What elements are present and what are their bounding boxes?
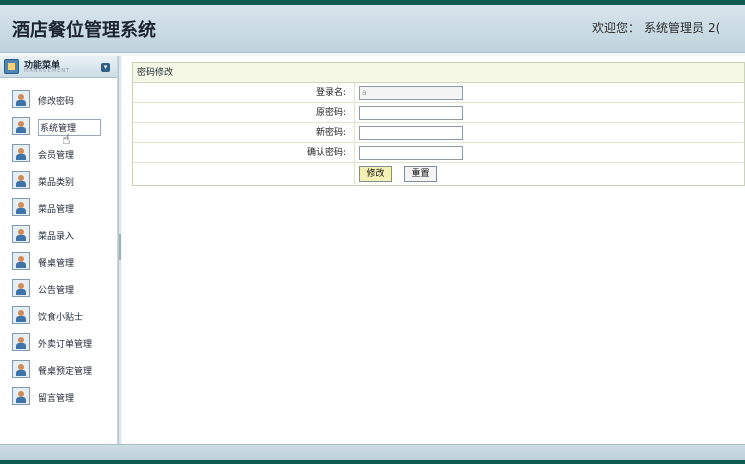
user-icon — [12, 387, 30, 405]
submit-button[interactable]: 修改 — [359, 166, 392, 182]
menu-header[interactable]: 功能菜单 MANAGEMENT ▾ — [0, 56, 117, 78]
welcome-message: 欢迎您： 系统管理员 2( — [592, 19, 724, 36]
new-password-field[interactable] — [359, 126, 463, 140]
sidebar-splitter[interactable] — [118, 56, 121, 444]
user-icon — [12, 198, 30, 216]
main-content: 密码修改 登录名: a 原密码: 新密码: 确认密码: 修改 重置 — [122, 56, 745, 444]
sidebar-item-label: 菜品管理 — [38, 205, 75, 215]
user-icon — [12, 117, 30, 135]
sidebar-item-label: 菜品录入 — [38, 232, 75, 242]
menu-icon — [4, 59, 19, 74]
sidebar-item-notice-management[interactable]: 公告管理 — [12, 278, 112, 300]
user-icon — [12, 225, 30, 243]
app-header: 酒店餐位管理系统 欢迎您： 系统管理员 2( — [0, 5, 745, 53]
sidebar-item-label: 留言管理 — [38, 394, 75, 404]
sidebar-item-dish-entry[interactable]: 菜品录入 — [12, 224, 112, 246]
user-icon — [12, 144, 30, 162]
new-password-label: 新密码: — [133, 123, 355, 142]
sidebar-item-label: 外卖订单管理 — [38, 340, 93, 350]
actions-label-cell — [133, 163, 355, 185]
splitter-grip[interactable] — [119, 234, 121, 260]
sidebar-item-table-management[interactable]: 餐桌管理 — [12, 251, 112, 273]
current-user: 系统管理员 — [644, 21, 705, 35]
user-icon — [12, 360, 30, 378]
form-row-actions: 修改 重置 — [133, 163, 744, 185]
sidebar-item-dish-management[interactable]: 菜品管理 — [12, 197, 112, 219]
app-title: 酒店餐位管理系统 — [12, 20, 156, 41]
user-icon — [12, 279, 30, 297]
confirm-password-field[interactable] — [359, 146, 463, 160]
app-footer — [0, 444, 745, 464]
sidebar-item-label: 修改密码 — [38, 97, 75, 107]
old-password-field[interactable] — [359, 106, 463, 120]
form-row-username: 登录名: a — [133, 83, 744, 103]
welcome-label: 欢迎您： — [592, 21, 641, 35]
sidebar-item-takeout-orders[interactable]: 外卖订单管理 — [12, 332, 112, 354]
form-row-new-password: 新密码: — [133, 123, 744, 143]
user-icon — [12, 306, 30, 324]
user-icon — [12, 252, 30, 270]
password-change-panel: 密码修改 登录名: a 原密码: 新密码: 确认密码: 修改 重置 — [132, 62, 745, 186]
username-label: 登录名: — [133, 83, 355, 102]
username-field[interactable]: a — [359, 86, 463, 100]
sidebar-item-message-management[interactable]: 留言管理 — [12, 386, 112, 408]
user-icon — [12, 171, 30, 189]
sidebar-item-label: 餐桌管理 — [38, 259, 75, 269]
sidebar-item-label: 会员管理 — [38, 151, 75, 161]
sidebar-item-change-password[interactable]: 修改密码 — [12, 89, 112, 111]
footer-accent-bar — [0, 460, 745, 464]
sidebar-item-label: 菜品类别 — [38, 178, 75, 188]
reset-button[interactable]: 重置 — [404, 166, 437, 182]
sidebar: 功能菜单 MANAGEMENT ▾ 修改密码 系统管理 会员管理 菜品类别 菜品… — [0, 56, 118, 444]
user-icon — [12, 333, 30, 351]
sidebar-item-dish-category[interactable]: 菜品类别 — [12, 170, 112, 192]
panel-title: 密码修改 — [133, 63, 744, 83]
form-row-confirm-password: 确认密码: — [133, 143, 744, 163]
confirm-password-label: 确认密码: — [133, 143, 355, 162]
sidebar-item-table-reservations[interactable]: 餐桌预定管理 — [12, 359, 112, 381]
sidebar-item-label: 公告管理 — [38, 286, 75, 296]
old-password-label: 原密码: — [133, 103, 355, 122]
hand-pointer-icon: ☝ — [62, 132, 71, 148]
sidebar-item-label: 餐桌预定管理 — [38, 367, 93, 377]
form-row-old-password: 原密码: — [133, 103, 744, 123]
collapse-toggle-icon[interactable]: ▾ — [101, 63, 110, 72]
sidebar-item-label: 饮食小贴士 — [38, 313, 84, 323]
sidebar-item-diet-tips[interactable]: 饮食小贴士 — [12, 305, 112, 327]
menu-subtitle: MANAGEMENT — [24, 68, 71, 74]
user-icon — [12, 90, 30, 108]
header-date: 2( — [708, 21, 721, 35]
